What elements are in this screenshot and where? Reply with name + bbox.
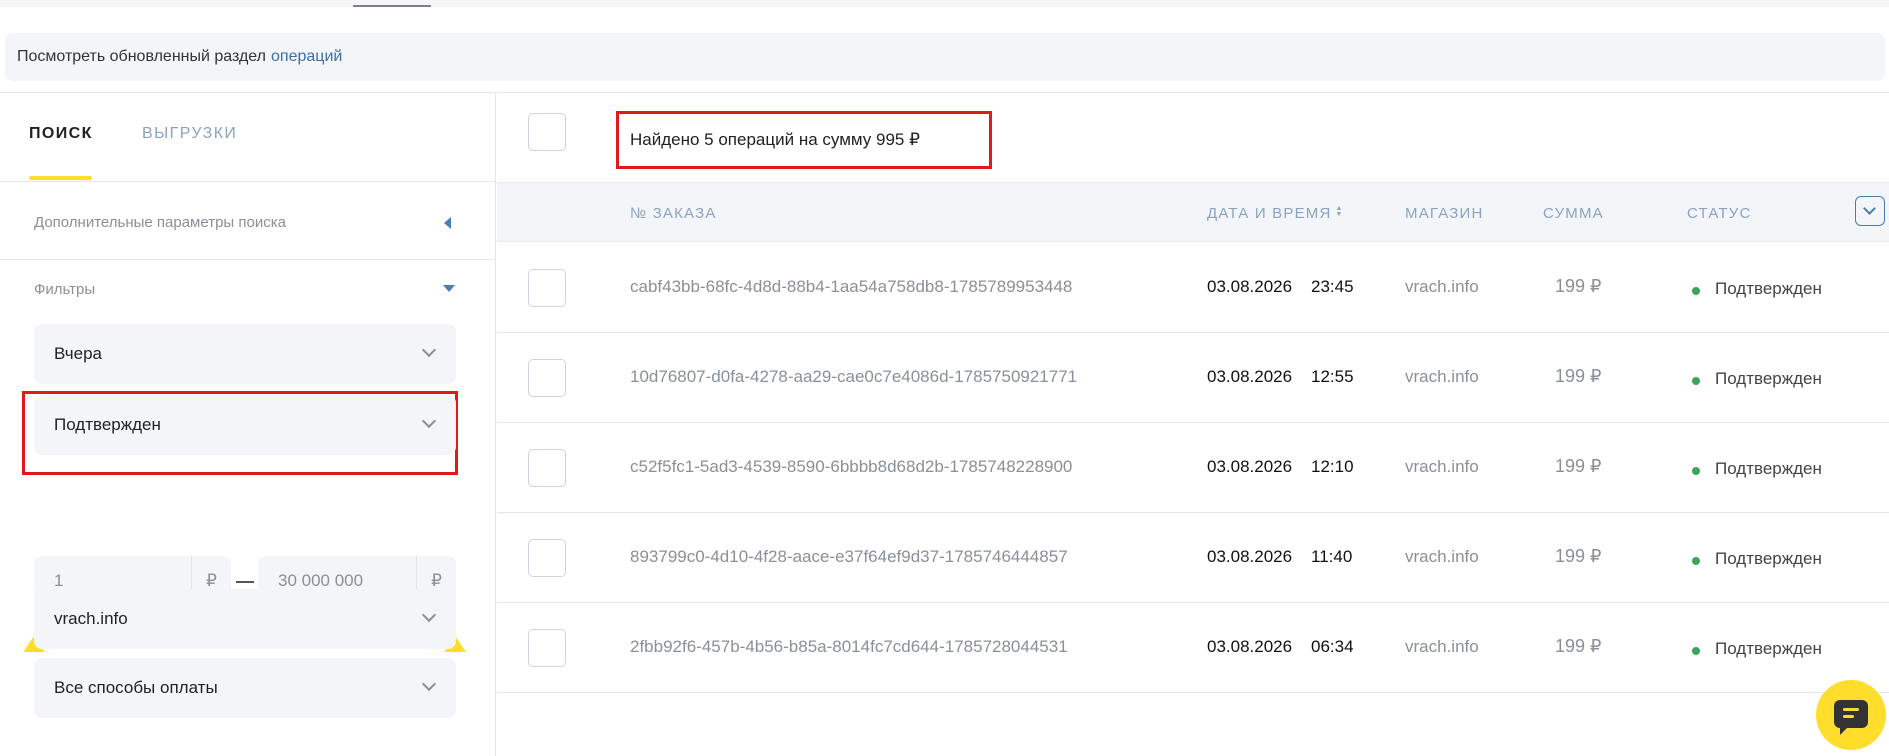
sort-icon[interactable]: ▲ ▼ [1336,205,1344,218]
column-order: № ЗАКАЗА [630,205,717,222]
advanced-search-toggle[interactable]: Дополнительные параметры поиска [0,182,496,260]
results-panel: Найдено 5 операций на сумму 995 ₽ № ЗАКА… [497,92,1889,756]
chat-icon-line [1843,708,1859,711]
banner-text: Посмотреть обновленный раздел [17,48,267,65]
table-row[interactable]: c52f5fc1-5ad3-4539-8590-6bbbb8d68d2b-178… [497,423,1889,513]
chevron-down-icon [421,413,437,429]
shop-select-value: vrach.info [54,609,128,628]
row-checkbox[interactable] [528,359,566,397]
column-datetime-label: ДАТА И ВРЕМЯ [1207,205,1332,222]
status-select[interactable]: Подтвержден [34,395,456,455]
panel-tabs: ПОИСК ВЫГРУЗКИ [0,93,496,182]
order-time: 12:10 [1311,457,1354,476]
order-sum: 199 ₽ [1555,366,1602,386]
payment-method-select[interactable]: Все способы оплаты [34,658,456,718]
period-select[interactable]: Вчера [34,324,456,384]
status-dot [1692,647,1700,655]
order-shop: vrach.info [1405,367,1479,386]
order-shop: vrach.info [1405,457,1479,476]
order-sum: 199 ₽ [1555,546,1602,566]
order-id[interactable]: c52f5fc1-5ad3-4539-8590-6bbbb8d68d2b-178… [630,457,1072,477]
status-select-value: Подтвержден [54,415,161,434]
period-select-value: Вчера [54,344,102,363]
status-dot [1692,467,1700,475]
chat-button[interactable] [1816,680,1886,750]
order-status: Подтвержден [1715,459,1822,478]
payment-method-value: Все способы оплаты [54,678,218,697]
filter-panel: ПОИСК ВЫГРУЗКИ Дополнительные параметры … [0,92,496,756]
order-sum: 199 ₽ [1555,636,1602,656]
column-status: СТАТУС [1687,205,1752,222]
column-datetime[interactable]: ДАТА И ВРЕМЯ ▲ ▼ [1207,205,1344,222]
order-time: 23:45 [1311,277,1354,296]
column-sum: СУММА [1543,205,1604,222]
amount-from-value: 1 [54,571,64,590]
chevron-down-icon [421,676,437,692]
row-checkbox[interactable] [528,629,566,667]
chevron-down-icon [421,607,437,623]
order-date: 03.08.2026 [1207,277,1293,296]
order-shop: vrach.info [1405,637,1479,656]
table-row[interactable]: 2fbb92f6-457b-4b56-b85a-8014fc7cd644-178… [497,603,1889,693]
order-time: 06:34 [1311,637,1354,656]
order-date: 03.08.2026 [1207,547,1293,566]
order-id[interactable]: 10d76807-d0fa-4278-aa29-cae0c7e4086d-178… [630,367,1077,387]
collapse-left-icon[interactable] [444,217,451,229]
chat-icon [1834,700,1868,735]
status-dot [1692,287,1700,295]
order-date: 03.08.2026 [1207,367,1293,386]
select-all-checkbox[interactable] [528,113,566,151]
row-checkbox[interactable] [528,449,566,487]
columns-toggle-button[interactable] [1855,196,1885,226]
chevron-down-icon [421,342,437,358]
order-id[interactable]: cabf43bb-68fc-4d8d-88b4-1aa54a758db8-178… [630,277,1072,297]
order-shop: vrach.info [1405,277,1479,296]
order-status: Подтвержден [1715,369,1822,388]
order-shop: vrach.info [1405,547,1479,566]
order-time: 12:55 [1311,367,1354,386]
summary-highlight-box [616,111,992,169]
range-dash [236,581,254,583]
tab-exports[interactable]: ВЫГРУЗКИ [142,125,237,143]
order-date: 03.08.2026 [1207,637,1293,656]
table-header: № ЗАКАЗА ДАТА И ВРЕМЯ ▲ ▼ МАГАЗИН СУММА СТ… [497,182,1889,242]
amount-to-value: 30 000 000 [278,571,364,590]
table-row[interactable]: 10d76807-d0fa-4278-aa29-cae0c7e4086d-178… [497,333,1889,423]
active-top-tab-indicator [353,0,431,7]
order-date: 03.08.2026 [1207,457,1293,476]
status-dot [1692,377,1700,385]
order-id[interactable]: 893799c0-4d10-4f28-aace-e37f64ef9d37-178… [630,547,1068,567]
filters-label: Фильтры [34,281,96,298]
top-tab-strip [0,0,1889,7]
advanced-search-label: Дополнительные параметры поиска [34,214,286,231]
chat-icon-line [1843,715,1854,718]
order-status: Подтвержден [1715,639,1822,658]
table-row[interactable]: cabf43bb-68fc-4d8d-88b4-1aa54a758db8-178… [497,243,1889,333]
operations-link[interactable]: операций [271,48,342,66]
active-tab-underline [29,176,92,180]
order-sum: 199 ₽ [1555,276,1602,296]
column-shop: МАГАЗИН [1405,205,1484,222]
order-sum: 199 ₽ [1555,456,1602,476]
tab-search[interactable]: ПОИСК [29,125,93,143]
chevron-down-icon [1863,202,1876,215]
row-checkbox[interactable] [528,539,566,577]
order-status: Подтвержден [1715,549,1822,568]
update-banner: Посмотреть обновленный раздел операций [5,33,1885,81]
shop-select[interactable]: vrach.info [34,589,456,649]
filters-expand-icon[interactable] [443,285,455,292]
order-status: Подтвержден [1715,279,1822,298]
status-dot [1692,557,1700,565]
row-checkbox[interactable] [528,269,566,307]
order-time: 11:40 [1311,547,1353,566]
table-row[interactable]: 893799c0-4d10-4f28-aace-e37f64ef9d37-178… [497,513,1889,603]
order-id[interactable]: 2fbb92f6-457b-4b56-b85a-8014fc7cd644-178… [630,637,1068,657]
